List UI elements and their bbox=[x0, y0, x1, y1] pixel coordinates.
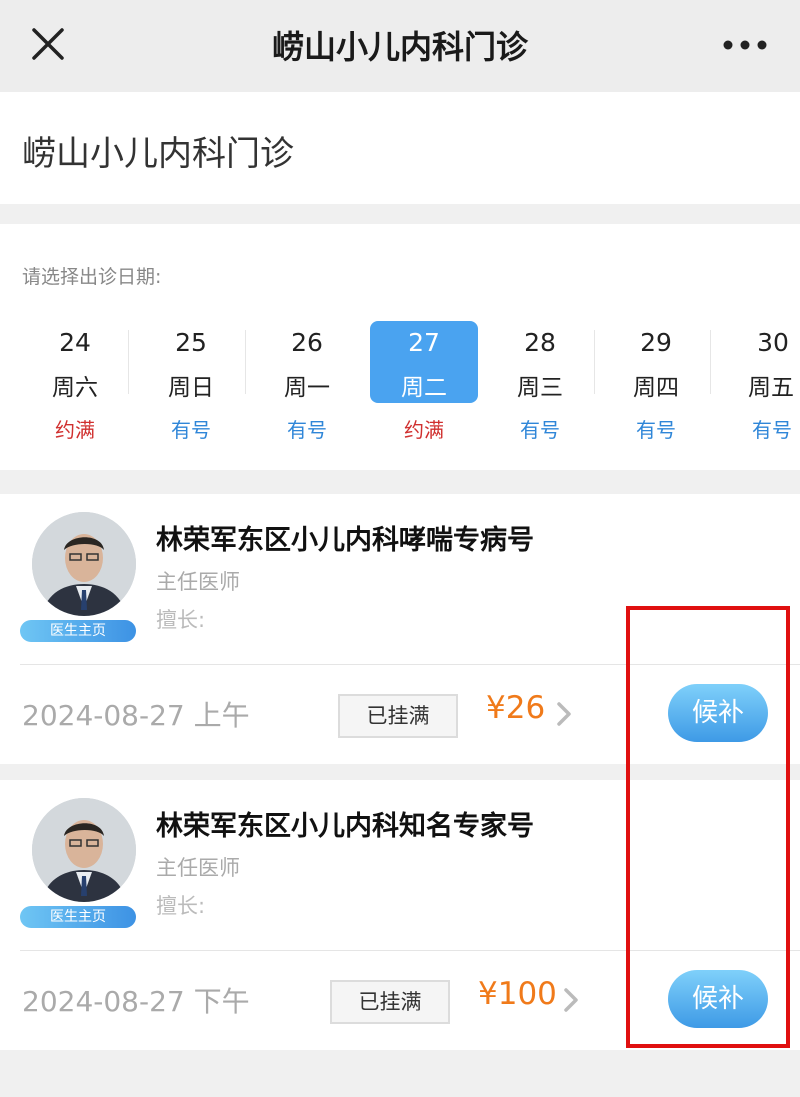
date-list: 24 周六 约满 25 周日 有号 26 周一 有号 27 周二 约满 28 周… bbox=[0, 320, 800, 450]
date-weekday: 周五 bbox=[748, 375, 794, 401]
date-item[interactable]: 30 周五 有号 bbox=[690, 320, 800, 450]
department-name: 崂山小儿内科门诊 bbox=[22, 134, 294, 174]
date-divider bbox=[128, 330, 129, 394]
doctor-name: 林荣军东区小儿内科哮喘专病号 bbox=[156, 525, 534, 556]
price: ¥26 bbox=[486, 690, 546, 726]
doctor-name: 林荣军东区小儿内科知名专家号 bbox=[156, 811, 534, 842]
date-weekday: 周三 bbox=[517, 375, 563, 401]
avatar[interactable] bbox=[32, 512, 136, 616]
status-badge: 已挂满 bbox=[330, 980, 450, 1024]
doctor-title: 主任医师 bbox=[156, 856, 240, 880]
date-day: 30 bbox=[757, 328, 789, 357]
doctor-title: 主任医师 bbox=[156, 570, 240, 594]
window-title: 崂山小儿内科门诊 bbox=[271, 28, 528, 66]
more-icon[interactable] bbox=[720, 30, 770, 60]
date-picker: 请选择出诊日期: 24 周六 约满 25 周日 有号 26 周一 有号 27 周… bbox=[0, 224, 800, 470]
date-status: 有号 bbox=[171, 418, 211, 442]
avatar[interactable] bbox=[32, 798, 136, 902]
date-status: 有号 bbox=[520, 418, 560, 442]
date-day: 24 bbox=[59, 328, 91, 357]
status-badge: 已挂满 bbox=[338, 694, 458, 738]
date-day: 26 bbox=[291, 328, 323, 357]
appointment-slot: 2024-08-27 上午 bbox=[22, 699, 250, 732]
doctor-specialty: 擅长: bbox=[156, 608, 206, 632]
doctor-specialty: 擅长: bbox=[156, 894, 206, 918]
top-bar: 崂山小儿内科门诊 bbox=[0, 0, 800, 92]
date-day: 28 bbox=[524, 328, 556, 357]
date-divider bbox=[594, 330, 595, 394]
date-item[interactable]: 26 周一 有号 bbox=[252, 320, 362, 450]
date-day: 27 bbox=[408, 328, 440, 357]
date-status: 约满 bbox=[404, 418, 444, 442]
appointment-slot: 2024-08-27 下午 bbox=[22, 985, 250, 1018]
date-weekday: 周六 bbox=[52, 375, 98, 401]
date-status: 有号 bbox=[752, 418, 792, 442]
date-divider bbox=[245, 330, 246, 394]
doctor-homepage-tag[interactable]: 医生主页 bbox=[20, 906, 136, 928]
doctor-homepage-tag[interactable]: 医生主页 bbox=[20, 620, 136, 642]
date-weekday: 周一 bbox=[284, 375, 330, 401]
price: ¥100 bbox=[478, 976, 557, 1012]
annotation-highlight-box bbox=[626, 606, 790, 1048]
department-header: 崂山小儿内科门诊 bbox=[0, 92, 800, 204]
date-prompt: 请选择出诊日期: bbox=[22, 266, 162, 288]
date-weekday: 周二 bbox=[401, 375, 447, 401]
chevron-right-icon[interactable] bbox=[555, 701, 573, 727]
date-status: 约满 bbox=[55, 418, 95, 442]
date-item[interactable]: 25 周日 有号 bbox=[136, 320, 246, 450]
date-item-selected[interactable]: 27 周二 约满 bbox=[369, 320, 479, 450]
date-item[interactable]: 28 周三 有号 bbox=[485, 320, 595, 450]
date-status: 有号 bbox=[287, 418, 327, 442]
date-item[interactable]: 24 周六 约满 bbox=[20, 320, 130, 450]
date-weekday: 周日 bbox=[168, 375, 214, 401]
date-day: 25 bbox=[175, 328, 207, 357]
chevron-right-icon[interactable] bbox=[562, 987, 580, 1013]
